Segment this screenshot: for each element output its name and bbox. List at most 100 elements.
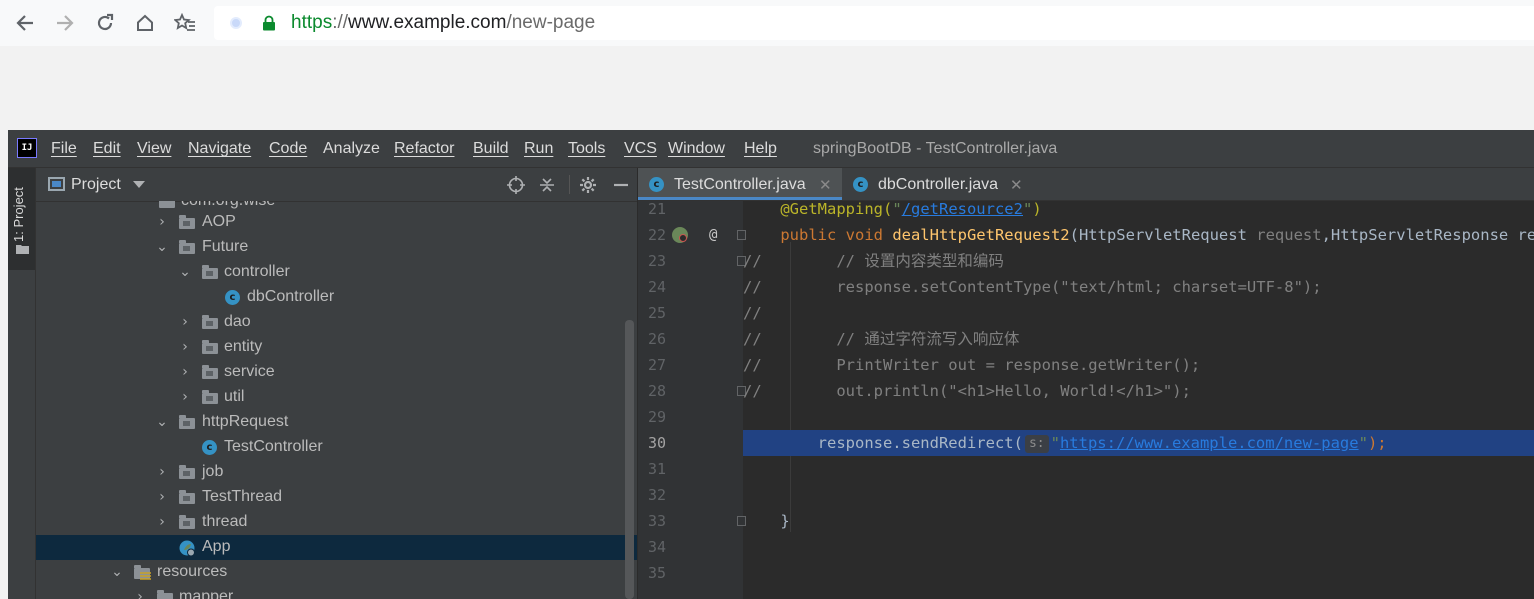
- lock-icon[interactable]: [262, 15, 276, 31]
- chevron-down-icon[interactable]: ⌄: [109, 564, 125, 580]
- tree-scrollbar[interactable]: [625, 320, 634, 599]
- menu-vcs[interactable]: VCS: [624, 139, 657, 159]
- hide-panel-icon[interactable]: [611, 175, 631, 195]
- tree-row[interactable]: › service: [36, 360, 637, 385]
- reload-icon[interactable]: [93, 11, 117, 35]
- back-icon[interactable]: [13, 11, 37, 35]
- package-icon: [179, 515, 196, 530]
- chevron-right-icon[interactable]: ›: [177, 389, 193, 405]
- parameter-hint: s:: [1024, 435, 1049, 453]
- chevron-right-icon[interactable]: ›: [132, 589, 148, 599]
- code-line-21: @GetMapping("/getResource2"): [780, 201, 1042, 218]
- tab-label: dbController.java: [878, 176, 999, 193]
- tree-row-selected[interactable]: App: [36, 535, 637, 560]
- package-icon: [202, 365, 219, 380]
- tree-row[interactable]: › entity: [36, 335, 637, 360]
- tree-row[interactable]: › AOP: [36, 210, 637, 235]
- url-separator: ://: [332, 12, 349, 33]
- tree-row[interactable]: › thread: [36, 510, 637, 535]
- menu-help[interactable]: Help: [744, 139, 777, 159]
- tree-row[interactable]: ⌄ controller: [36, 260, 637, 285]
- gear-icon[interactable]: [578, 175, 598, 195]
- address-bar[interactable]: https://www.example.com/new-page: [214, 6, 1534, 40]
- close-icon[interactable]: ✕: [819, 175, 832, 195]
- code-line-25: //: [743, 304, 762, 322]
- annotation-at-icon[interactable]: @: [709, 222, 717, 248]
- tab-dbcontroller[interactable]: c dbController.java ✕: [842, 168, 1032, 200]
- code-editor: c TestController.java ✕ c dbController.j…: [638, 168, 1534, 599]
- tree-row[interactable]: c TestController: [36, 435, 637, 460]
- home-icon[interactable]: [133, 11, 157, 35]
- chevron-down-icon[interactable]: [133, 181, 145, 188]
- tree-item-label: httpRequest: [202, 413, 289, 430]
- menu-analyze[interactable]: Analyze: [323, 139, 380, 159]
- line-number: 23: [647, 252, 666, 270]
- tool-window-stripe: 1: Project: [8, 168, 36, 599]
- tree-row[interactable]: › util: [36, 385, 637, 410]
- chevron-right-icon[interactable]: ›: [177, 314, 193, 330]
- locate-file-icon[interactable]: [506, 175, 526, 195]
- menu-view[interactable]: View: [137, 139, 171, 159]
- spring-app-icon: [179, 540, 196, 557]
- url-text[interactable]: https://www.example.com/new-page: [291, 11, 595, 35]
- folder-icon: [16, 245, 29, 254]
- tab-testcontroller[interactable]: c TestController.java ✕: [638, 168, 842, 200]
- menu-run[interactable]: Run: [524, 139, 553, 159]
- chevron-right-icon[interactable]: ›: [154, 464, 170, 480]
- line-number: 31: [647, 460, 666, 478]
- menu-navigate[interactable]: Navigate: [188, 139, 251, 159]
- tree-row[interactable]: ⌄ resources: [36, 560, 637, 585]
- chevron-down-icon[interactable]: ⌄: [154, 239, 170, 255]
- chevron-right-icon[interactable]: ›: [177, 339, 193, 355]
- spring-bean-icon[interactable]: [672, 227, 688, 243]
- tree-item-label: controller: [224, 263, 290, 280]
- chevron-right-icon[interactable]: ›: [177, 364, 193, 380]
- menu-tools[interactable]: Tools: [568, 139, 605, 159]
- tab-label: TestController.java: [674, 176, 806, 193]
- menu-edit[interactable]: Edit: [93, 139, 121, 159]
- menu-refactor[interactable]: Refactor: [394, 139, 454, 159]
- editor-tabs: c TestController.java ✕ c dbController.j…: [638, 168, 1534, 201]
- package-icon: [179, 465, 196, 480]
- line-number: 35: [647, 564, 666, 582]
- chevron-right-icon[interactable]: ›: [154, 514, 170, 530]
- code-area[interactable]: @GetMapping("/getResource2") public void…: [743, 201, 1534, 599]
- line-number: 27: [647, 356, 666, 374]
- chevron-right-icon[interactable]: ›: [154, 214, 170, 230]
- java-class-icon: c: [853, 177, 868, 192]
- chevron-down-icon[interactable]: ⌄: [177, 264, 193, 280]
- line-number-current: 30: [647, 434, 666, 452]
- tree-row[interactable]: › job: [36, 460, 637, 485]
- line-number: 28: [647, 382, 666, 400]
- line-number: 24: [647, 278, 666, 296]
- tree-row[interactable]: › mapper: [36, 585, 637, 599]
- menu-file[interactable]: File: [51, 139, 77, 159]
- tree-row[interactable]: c dbController: [36, 285, 637, 310]
- menu-code[interactable]: Code: [269, 139, 307, 159]
- code-line-30-current: response.sendRedirect(s: "https://www.exa…: [743, 430, 1534, 456]
- header-divider: [569, 175, 570, 194]
- bookmarks-icon[interactable]: [173, 11, 197, 35]
- tree-item-label: util: [224, 388, 245, 405]
- close-icon[interactable]: ✕: [1010, 175, 1023, 195]
- tree-row[interactable]: › TestThread: [36, 485, 637, 510]
- package-icon: [202, 265, 219, 280]
- chevron-down-icon[interactable]: ⌄: [154, 414, 170, 430]
- project-view-title[interactable]: Project: [71, 175, 121, 195]
- menu-build[interactable]: Build: [473, 139, 509, 159]
- collapse-all-icon[interactable]: [537, 175, 557, 195]
- package-icon: [202, 315, 219, 330]
- tree-row[interactable]: ⌄ httpRequest: [36, 410, 637, 435]
- package-icon: [202, 390, 219, 405]
- project-tool-tab[interactable]: 1: Project: [8, 168, 35, 270]
- forward-icon[interactable]: [53, 11, 77, 35]
- chevron-right-icon[interactable]: ›: [154, 489, 170, 505]
- menu-window[interactable]: Window: [668, 139, 725, 159]
- tree-item-label: TestThread: [202, 488, 283, 505]
- site-info-icon[interactable]: [230, 17, 242, 29]
- ide-window: IJ File Edit View Navigate Code Analyze …: [8, 130, 1534, 599]
- tree-row[interactable]: › dao: [36, 310, 637, 335]
- tree-row[interactable]: ⌄ Future: [36, 235, 637, 260]
- tree-item-label: resources: [157, 563, 228, 580]
- tree-item-label: dbController: [247, 288, 335, 305]
